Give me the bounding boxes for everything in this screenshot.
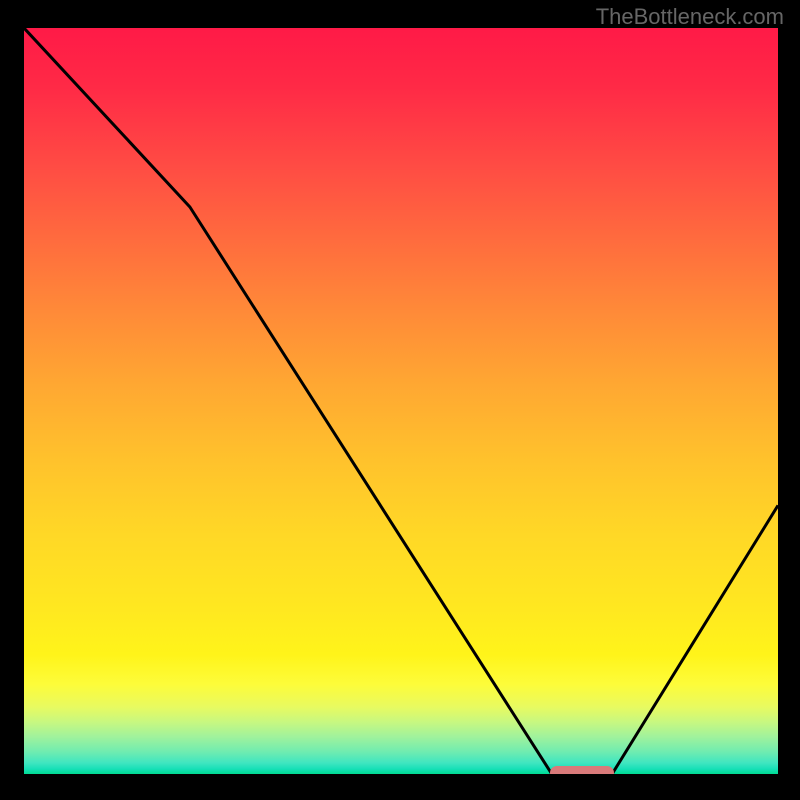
bottleneck-curve-path (24, 28, 778, 774)
optimal-range-marker (550, 766, 614, 774)
bottleneck-curve-svg (24, 28, 778, 774)
chart-plot-area (24, 28, 778, 774)
watermark-text: TheBottleneck.com (596, 4, 784, 30)
